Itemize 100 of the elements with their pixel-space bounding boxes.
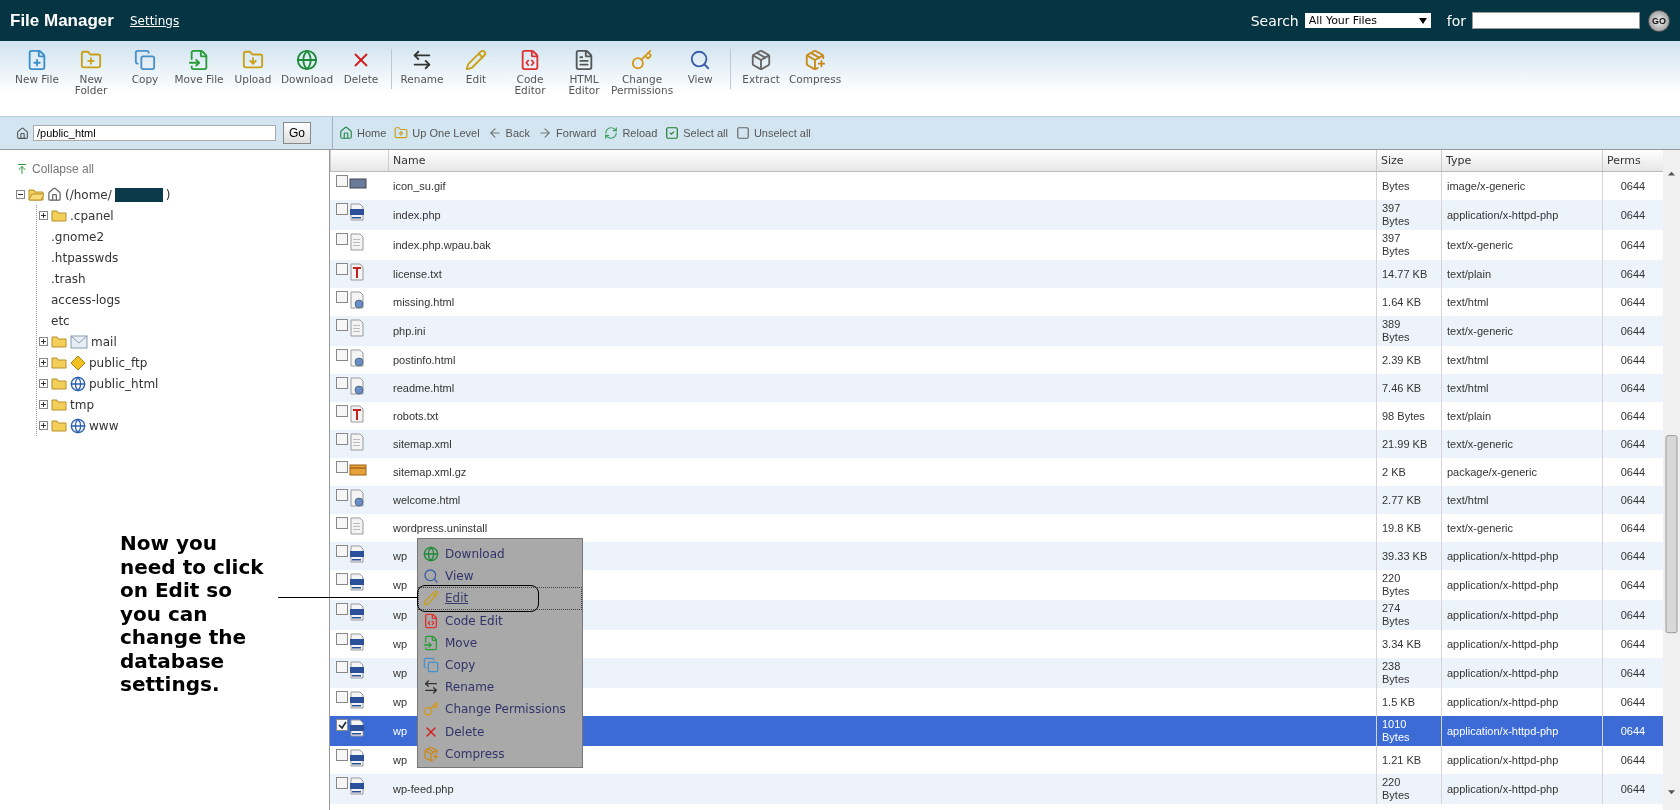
tree-item[interactable]: www <box>89 418 119 433</box>
toolbar-button[interactable]: View <box>673 49 728 96</box>
checkbox[interactable] <box>336 603 348 615</box>
toolbar-button[interactable]: HTML Editor <box>557 49 611 96</box>
toolbar-button[interactable]: Edit <box>449 49 503 96</box>
toolbar-button[interactable]: Code Editor <box>503 49 557 96</box>
column-header[interactable]: Type <box>1441 150 1602 171</box>
toolbar-button[interactable]: Delete <box>334 49 388 96</box>
menu-item[interactable]: Delete <box>418 720 582 743</box>
tree-toggle[interactable] <box>39 337 48 346</box>
checkbox[interactable] <box>336 263 348 275</box>
tree-item[interactable]: etc <box>51 313 70 328</box>
tree-toggle[interactable] <box>39 379 48 388</box>
tree-item[interactable]: tmp <box>70 397 94 412</box>
tree-toggle[interactable] <box>39 400 48 409</box>
checkbox[interactable] <box>336 461 348 473</box>
tree-item[interactable]: .gnome2 <box>51 229 105 244</box>
nav-button[interactable]: Forward <box>538 126 597 140</box>
file-name: icon_su.gif <box>393 179 446 193</box>
tree-item[interactable]: public_ftp <box>89 355 148 370</box>
toolbar-button[interactable]: Upload <box>226 49 280 96</box>
menu-item[interactable]: Move <box>418 631 582 654</box>
script-file-icon <box>349 633 365 651</box>
toolbar-button[interactable]: Compress <box>788 49 843 85</box>
tree-toggle[interactable] <box>39 421 48 430</box>
code-file-icon <box>423 612 439 629</box>
menu-item[interactable]: Rename <box>418 676 582 699</box>
tree-item[interactable]: public_html <box>89 376 159 391</box>
file-name: wp-feed.php <box>393 782 454 796</box>
menu-item[interactable]: Edit <box>418 587 582 610</box>
menu-item[interactable]: Code Edit <box>418 609 582 632</box>
scrollbar[interactable] <box>1663 150 1680 810</box>
checkbox[interactable] <box>336 203 348 215</box>
tree-toggle[interactable] <box>39 358 48 367</box>
checkbox[interactable] <box>336 433 348 445</box>
toolbar-button[interactable]: Copy <box>118 49 172 96</box>
column-header[interactable]: Name <box>388 150 1376 171</box>
tree-item[interactable]: .htpasswds <box>51 250 119 265</box>
search-field[interactable] <box>1472 12 1640 29</box>
column-header[interactable]: Size <box>1376 150 1441 171</box>
path-field[interactable]: /public_html <box>33 125 276 141</box>
go-button[interactable]: Go <box>283 122 311 144</box>
checkbox[interactable] <box>336 319 348 331</box>
checkbox[interactable] <box>336 633 348 645</box>
nav-button[interactable]: Select all <box>665 126 728 140</box>
tree-item[interactable]: .trash <box>51 271 86 286</box>
file-type: application/x-httpd-php <box>1447 549 1559 563</box>
go-button[interactable]: GO <box>1648 9 1670 32</box>
globe-icon <box>70 417 86 434</box>
nav-button[interactable]: Back <box>487 126 531 140</box>
menu-item[interactable]: Download <box>418 543 582 566</box>
checkbox[interactable] <box>336 573 348 585</box>
toolbar-button[interactable]: Download <box>280 49 334 96</box>
folder-icon <box>51 356 67 369</box>
checkbox[interactable] <box>336 691 348 703</box>
checkbox[interactable] <box>336 233 348 245</box>
checkbox[interactable] <box>336 545 348 557</box>
magnifier-icon <box>689 49 712 71</box>
checkbox[interactable] <box>336 349 348 361</box>
checkbox[interactable] <box>336 517 348 529</box>
checkbox[interactable] <box>336 377 348 389</box>
nav-button[interactable]: Up One Level <box>394 126 480 140</box>
toolbar-button[interactable]: Move File <box>172 49 226 96</box>
toolbar-button[interactable]: New Folder <box>64 49 118 96</box>
toolbar-button[interactable]: Change Permissions <box>611 49 674 96</box>
tree-item[interactable]: (/home/ <box>65 187 112 202</box>
menu-item[interactable]: Compress <box>418 742 582 765</box>
tree-toggle[interactable] <box>39 211 48 220</box>
web-file-icon <box>349 291 365 309</box>
checkbox[interactable] <box>336 489 348 501</box>
pencil-icon <box>465 49 487 71</box>
script-file-icon <box>349 777 365 795</box>
toolbar-button[interactable]: Extract <box>734 49 789 85</box>
collapse-all-button[interactable]: Collapse all <box>16 162 95 176</box>
menu-item[interactable]: Change Permissions <box>418 698 582 721</box>
file-arrow-icon <box>188 49 210 71</box>
nav-button[interactable]: Home <box>339 126 387 140</box>
checkbox[interactable] <box>336 749 348 761</box>
nav-button[interactable]: Reload <box>604 126 658 140</box>
tree-item[interactable]: .cpanel <box>70 208 114 223</box>
toolbar-button[interactable]: New File <box>10 49 64 96</box>
nav-button[interactable]: Unselect all <box>735 126 811 140</box>
checked-box-icon <box>665 126 680 140</box>
folder-icon <box>51 377 67 390</box>
scope-dropdown[interactable]: All Your Files <box>1304 13 1431 28</box>
tree-toggle[interactable] <box>16 190 25 199</box>
settings-link[interactable]: Settings <box>129 13 180 28</box>
file-plus-icon <box>26 49 48 71</box>
tree-item[interactable]: access-logs <box>51 292 121 307</box>
checkbox[interactable] <box>336 661 348 673</box>
menu-item[interactable]: Copy <box>418 653 582 677</box>
checkbox[interactable] <box>336 291 348 303</box>
checkbox[interactable] <box>336 777 348 789</box>
toolbar-button[interactable]: Rename <box>395 49 449 96</box>
file-type: application/x-httpd-php <box>1447 666 1559 680</box>
checkbox[interactable] <box>336 405 348 417</box>
tree-item[interactable]: mail <box>91 334 117 349</box>
checkbox[interactable] <box>336 719 348 731</box>
checkbox[interactable] <box>336 175 348 187</box>
menu-item[interactable]: View <box>418 565 582 588</box>
